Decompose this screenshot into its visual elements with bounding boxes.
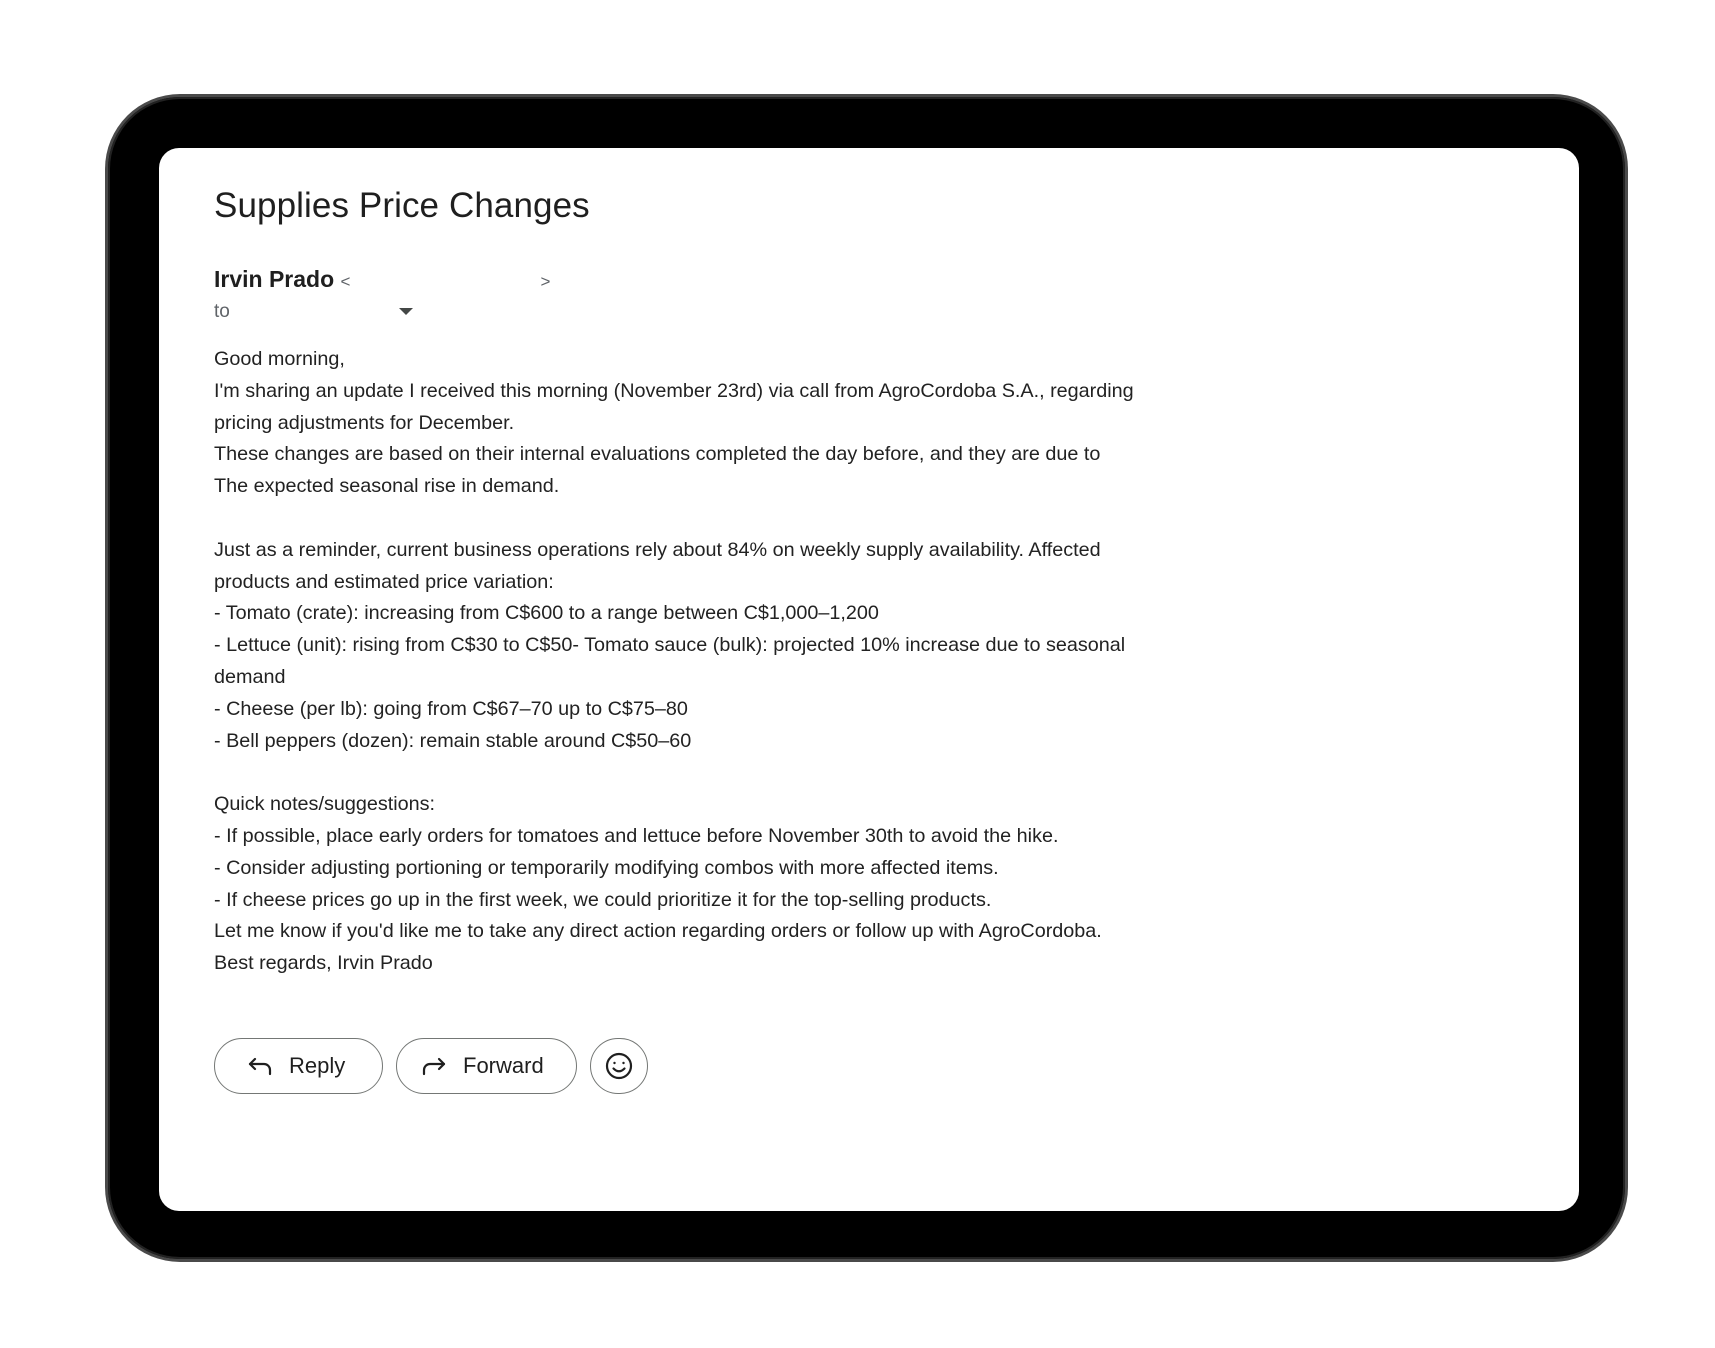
sender-email: < > — [340, 272, 551, 291]
recipient-row: to — [214, 301, 230, 323]
email-body-line: - Bell peppers (dozen): remain stable ar… — [214, 729, 692, 752]
forward-button[interactable]: Forward — [396, 1038, 577, 1094]
email-body-blank-line — [214, 757, 1214, 789]
forward-arrow-icon — [419, 1051, 449, 1081]
email-body-line: - If possible, place early orders for to… — [214, 824, 1059, 847]
email-body-line: demand — [214, 665, 286, 688]
email-body-line: Just as a reminder, current business ope… — [214, 538, 1101, 561]
emoji-reaction-button[interactable] — [590, 1038, 648, 1094]
email-body-line: - Tomato (crate): increasing from C$600 … — [214, 602, 879, 625]
sender-row: Irvin Prado < > — [214, 266, 550, 293]
email-body-blank-line — [214, 503, 1214, 535]
reply-arrow-icon — [245, 1051, 275, 1081]
email-subject: Supplies Price Changes — [214, 186, 590, 225]
email-body-line: - Cheese (per lb): going from C$67–70 up… — [214, 697, 688, 720]
sender-name[interactable]: Irvin Prado — [214, 266, 334, 292]
email-body-line: Good morning, — [214, 348, 345, 370]
recipient-details-caret-icon[interactable] — [399, 308, 413, 315]
email-body-line: The expected seasonal rise in demand. — [214, 475, 560, 498]
email-body-line: These changes are based on their interna… — [214, 443, 1101, 466]
email-body-line: products and estimated price variation: — [214, 570, 554, 593]
to-label: to — [214, 301, 230, 322]
forward-label: Forward — [463, 1053, 544, 1078]
email-body-line: - Consider adjusting portioning or tempo… — [214, 856, 999, 879]
reply-label: Reply — [289, 1053, 346, 1078]
smiley-icon — [604, 1051, 634, 1081]
email-body-line: Best regards, Irvin Prado — [214, 952, 433, 975]
email-body-line: Let me know if you'd like me to take any… — [214, 920, 1102, 943]
email-body: Good morning, I'm sharing an update I rec… — [214, 344, 1214, 980]
email-body-line: - Lettuce (unit): rising from C$30 to C$… — [214, 634, 1126, 657]
email-body-line: I'm sharing an update I received this mo… — [214, 379, 1134, 402]
email-body-line: - If cheese prices go up in the first we… — [214, 888, 992, 911]
reply-button[interactable]: Reply — [214, 1038, 383, 1094]
email-view: Supplies Price Changes Irvin Prado < > to… — [159, 148, 1579, 1211]
email-body-line: Quick notes/suggestions: — [214, 793, 436, 816]
email-body-line: pricing adjustments for December. — [214, 411, 515, 434]
